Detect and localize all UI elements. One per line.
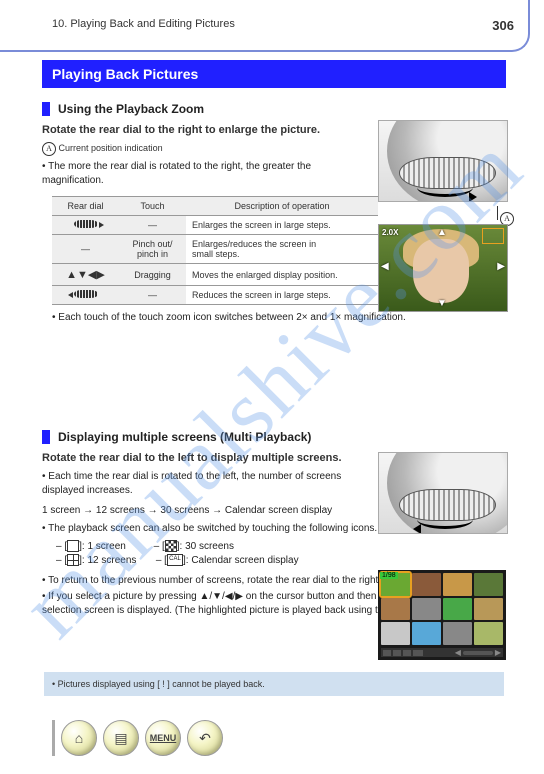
icon-legend: – []: 1 screen – []: 30 screens – []: 12… xyxy=(56,540,356,568)
th-description: Description of operation xyxy=(186,197,378,216)
note-box: • Pictures displayed using [ ! ] cannot … xyxy=(44,672,504,696)
dial-illustration-2 xyxy=(378,452,508,534)
screen-sequence: 1 screen → 12 screens → 30 screens → Cal… xyxy=(42,504,362,518)
th-touch: Touch xyxy=(119,197,186,216)
row2-label: Pinch out/ pinch in xyxy=(119,235,186,264)
page-number: 306 xyxy=(492,18,514,33)
count-badge: 1/98 xyxy=(380,572,398,579)
page-title-bar: Playing Back Pictures xyxy=(42,60,506,88)
section-title-zoom: Using the Playback Zoom xyxy=(42,102,512,116)
touch-zoom-note: • Each touch of the touch zoom icon swit… xyxy=(52,311,512,325)
bullet-screens-increase: • Each time the rear dial is rotated to … xyxy=(42,470,362,498)
back-button[interactable]: ↶ xyxy=(187,720,223,756)
dial-illustration-1 xyxy=(378,120,508,202)
breadcrumb: 10. Playing Back and Editing Pictures xyxy=(52,18,235,30)
marker-a-icon: A xyxy=(42,142,56,156)
section-title-multi: Displaying multiple screens (Multi Playb… xyxy=(42,430,512,444)
single-screen-icon xyxy=(67,540,79,552)
note-text: Pictures displayed using [ ! ] cannot be… xyxy=(58,679,265,689)
row1-desc: Enlarges the screen in large steps. xyxy=(186,216,378,235)
twelve-screen-icon xyxy=(67,554,79,566)
row3-label: Dragging xyxy=(119,264,186,286)
magnification-label: 2.0X xyxy=(382,228,398,237)
row4-desc: Reduces the screen in large steps. xyxy=(186,286,378,305)
nav-icons: ⌂ ▤ MENU ↶ xyxy=(52,720,223,756)
home-button[interactable]: ⌂ xyxy=(61,720,97,756)
cursor-icons: ▲▼◀▶ xyxy=(52,264,119,286)
row2-desc: Enlarges/reduces the screen in small ste… xyxy=(186,235,378,264)
calendar-icon: CAL xyxy=(167,554,183,566)
list-button[interactable]: ▤ xyxy=(103,720,139,756)
menu-button[interactable]: MENU xyxy=(145,720,181,756)
step-text-multi: Rotate the rear dial to the left to disp… xyxy=(42,452,342,464)
dial-left-icon xyxy=(74,290,98,298)
thirty-screen-icon xyxy=(165,540,177,552)
dial-right-icon xyxy=(74,220,98,228)
bullet-magnification: • The more the rear dial is rotated to t… xyxy=(42,160,352,188)
row3-desc: Moves the enlarged display position. xyxy=(186,264,378,286)
multi-playback-grid: 1/98 xyxy=(378,570,506,660)
position-indicator-box xyxy=(482,228,504,244)
zoom-controls-table: Rear dial Touch Description of operation… xyxy=(52,196,378,305)
step-text: Rotate the rear dial to the right to enl… xyxy=(42,124,342,136)
zoom-preview-photo: 2.0X ▲ ▼ ◀ ▶ xyxy=(378,224,508,312)
th-rear-dial: Rear dial xyxy=(52,197,119,216)
